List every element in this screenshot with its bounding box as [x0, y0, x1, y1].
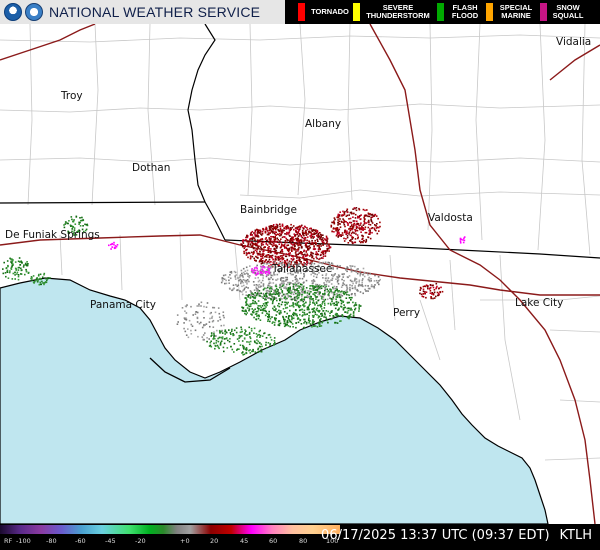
- datetime-text: 06/17/2025 13:37 UTC (09:37 EDT): [321, 528, 550, 543]
- radar-map[interactable]: [0, 0, 600, 550]
- place-dothan: Dothan: [132, 162, 171, 174]
- severe-thunderstorm-label: SEVERE THUNDERSTORM: [366, 3, 430, 20]
- place-tallahassee: Tallahassee: [272, 263, 333, 275]
- legend-severe-thunderstorm: SEVERE THUNDERSTORM: [350, 0, 433, 24]
- station-id: KTLH: [559, 528, 592, 543]
- flash-flood-swatch: [437, 3, 444, 21]
- tornado-label: TORNADO: [311, 7, 349, 16]
- place-vidalia: Vidalia: [556, 36, 592, 48]
- severe-thunderstorm-swatch: [353, 3, 360, 21]
- scale-minus-45: -45: [105, 537, 116, 545]
- place-valdosta: Valdosta: [428, 212, 473, 224]
- header-bar: NATIONAL WEATHER SERVICE TORNADO SEVERE …: [0, 0, 600, 24]
- scale-minus-20: -20: [135, 537, 146, 545]
- scale-60: 60: [269, 537, 278, 545]
- snow-squall-swatch: [540, 3, 547, 21]
- scale-80: 80: [299, 537, 308, 545]
- scale-minus-60: -60: [75, 537, 86, 545]
- legend-special-marine: SPECIAL MARINE: [483, 0, 536, 24]
- legend-snow-squall: SNOW SQUALL: [537, 0, 586, 24]
- flash-flood-label: FLASH FLOOD: [451, 3, 479, 20]
- scale-zero: +0: [180, 537, 190, 545]
- nws-logo-icon: [25, 3, 43, 21]
- legend-tornado: TORNADO: [295, 0, 352, 24]
- timestamp: 06/17/2025 13:37 UTC (09:37 EDT) KTLH: [311, 528, 592, 543]
- agency-title: NATIONAL WEATHER SERVICE: [49, 4, 261, 20]
- tornado-swatch: [298, 3, 305, 21]
- place-perry: Perry: [393, 307, 421, 319]
- reflectivity-colorbar: [0, 525, 340, 534]
- brand[interactable]: NATIONAL WEATHER SERVICE: [0, 0, 285, 24]
- place-defuniak-springs: De Funiak Springs: [5, 229, 100, 241]
- snow-squall-label: SNOW SQUALL: [552, 3, 584, 20]
- scale-minus-100: -100: [16, 537, 31, 545]
- special-marine-label: SPECIAL MARINE: [499, 3, 533, 20]
- scale-rf: RF: [4, 537, 13, 545]
- place-panama-city: Panama City: [90, 299, 156, 311]
- scale-20: 20: [210, 537, 219, 545]
- place-albany: Albany: [305, 118, 342, 130]
- place-bainbridge: Bainbridge: [240, 204, 297, 216]
- place-troy: Troy: [61, 90, 83, 102]
- legend-flash-flood: FLASH FLOOD: [434, 0, 483, 24]
- scale-45: 45: [240, 537, 249, 545]
- noaa-logo-icon: [4, 3, 22, 21]
- scale-minus-80: -80: [46, 537, 57, 545]
- place-lake-city: Lake City: [515, 297, 564, 309]
- special-marine-swatch: [486, 3, 493, 21]
